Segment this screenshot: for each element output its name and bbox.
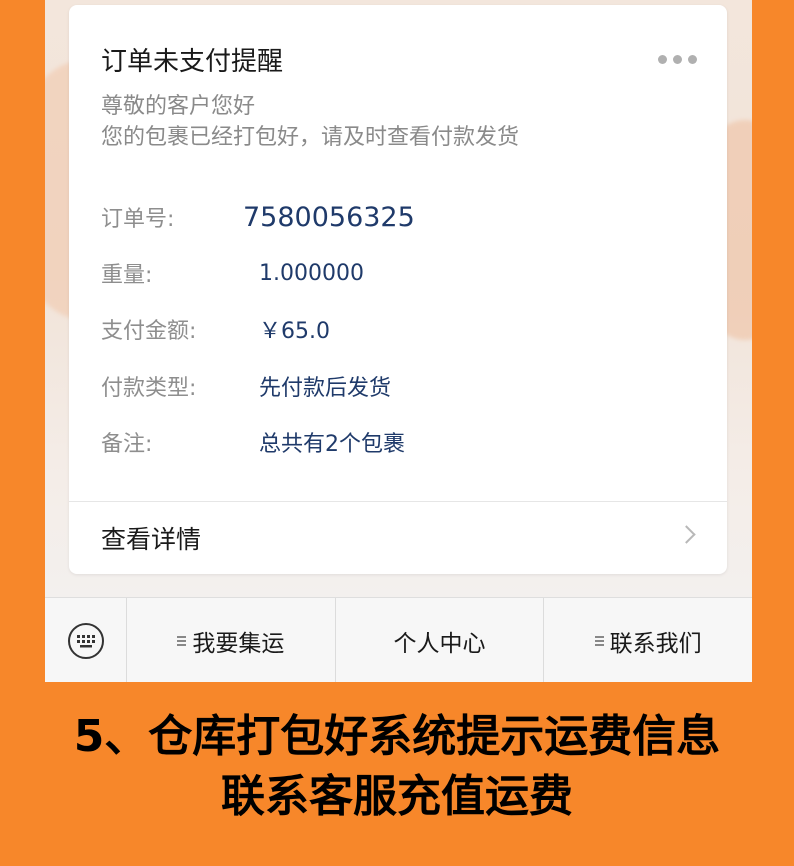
menu-item-label: 个人中心 [393,630,486,657]
field-label: 支付金额: [101,319,197,344]
field-label: 重量: [101,263,153,288]
view-details-label: 查看详情 [101,525,202,554]
menu-item-personal-center[interactable]: 个人中心 [336,598,545,682]
remark-row: 备注: 总共有2个包裹 [101,426,405,458]
payment-amount-row: 支付金额: ￥65.0 [101,313,330,345]
caption-line-2: 联系客服充值运费 [221,771,573,822]
menu-lines-icon [594,635,604,646]
more-dots-icon[interactable] [658,55,697,64]
menu-item-consolidated-shipping[interactable]: 我要集运 [127,598,336,682]
greeting-text: 尊敬的客户您好 您的包裹已经打包好，请及时查看付款发货 [101,91,519,153]
menu-item-label: 联系我们 [609,630,702,657]
field-label: 付款类型: [101,376,197,401]
keyboard-icon [67,622,104,659]
phone-screen: 订单未支付提醒 尊敬的客户您好 您的包裹已经打包好，请及时查看付款发货 订单号:… [45,0,752,682]
field-label: 订单号: [101,207,175,232]
menu-item-contact-us[interactable]: 联系我们 [544,598,752,682]
remark-value: 总共有2个包裹 [259,432,405,457]
greeting-line-2: 您的包裹已经打包好，请及时查看付款发货 [101,125,520,150]
bottom-menu-bar: 我要集运 个人中心 联系我们 [45,597,752,682]
payment-type-value: 先付款后发货 [259,376,392,401]
weight-value: 1.000000 [259,260,364,286]
keyboard-toggle-button[interactable] [45,598,127,682]
payment-reminder-card: 订单未支付提醒 尊敬的客户您好 您的包裹已经打包好，请及时查看付款发货 订单号:… [69,5,727,574]
card-title: 订单未支付提醒 [101,47,284,77]
order-number-value: 7580056325 [243,201,415,233]
weight-row: 重量: 1.000000 [101,257,364,289]
view-details-link[interactable]: 查看详情 [69,502,727,574]
chevron-right-icon [677,525,696,544]
greeting-line-1: 尊敬的客户您好 [101,94,256,119]
menu-lines-icon [177,635,187,646]
order-number-row: 订单号: 7580056325 [101,201,415,233]
payment-type-row: 付款类型: 先付款后发货 [101,370,391,402]
field-label: 备注: [101,432,153,457]
payment-amount-value: ￥65.0 [259,319,330,344]
menu-item-label: 我要集运 [192,630,285,657]
caption-line-1: 5、仓库打包好系统提示运费信息 [73,711,721,762]
